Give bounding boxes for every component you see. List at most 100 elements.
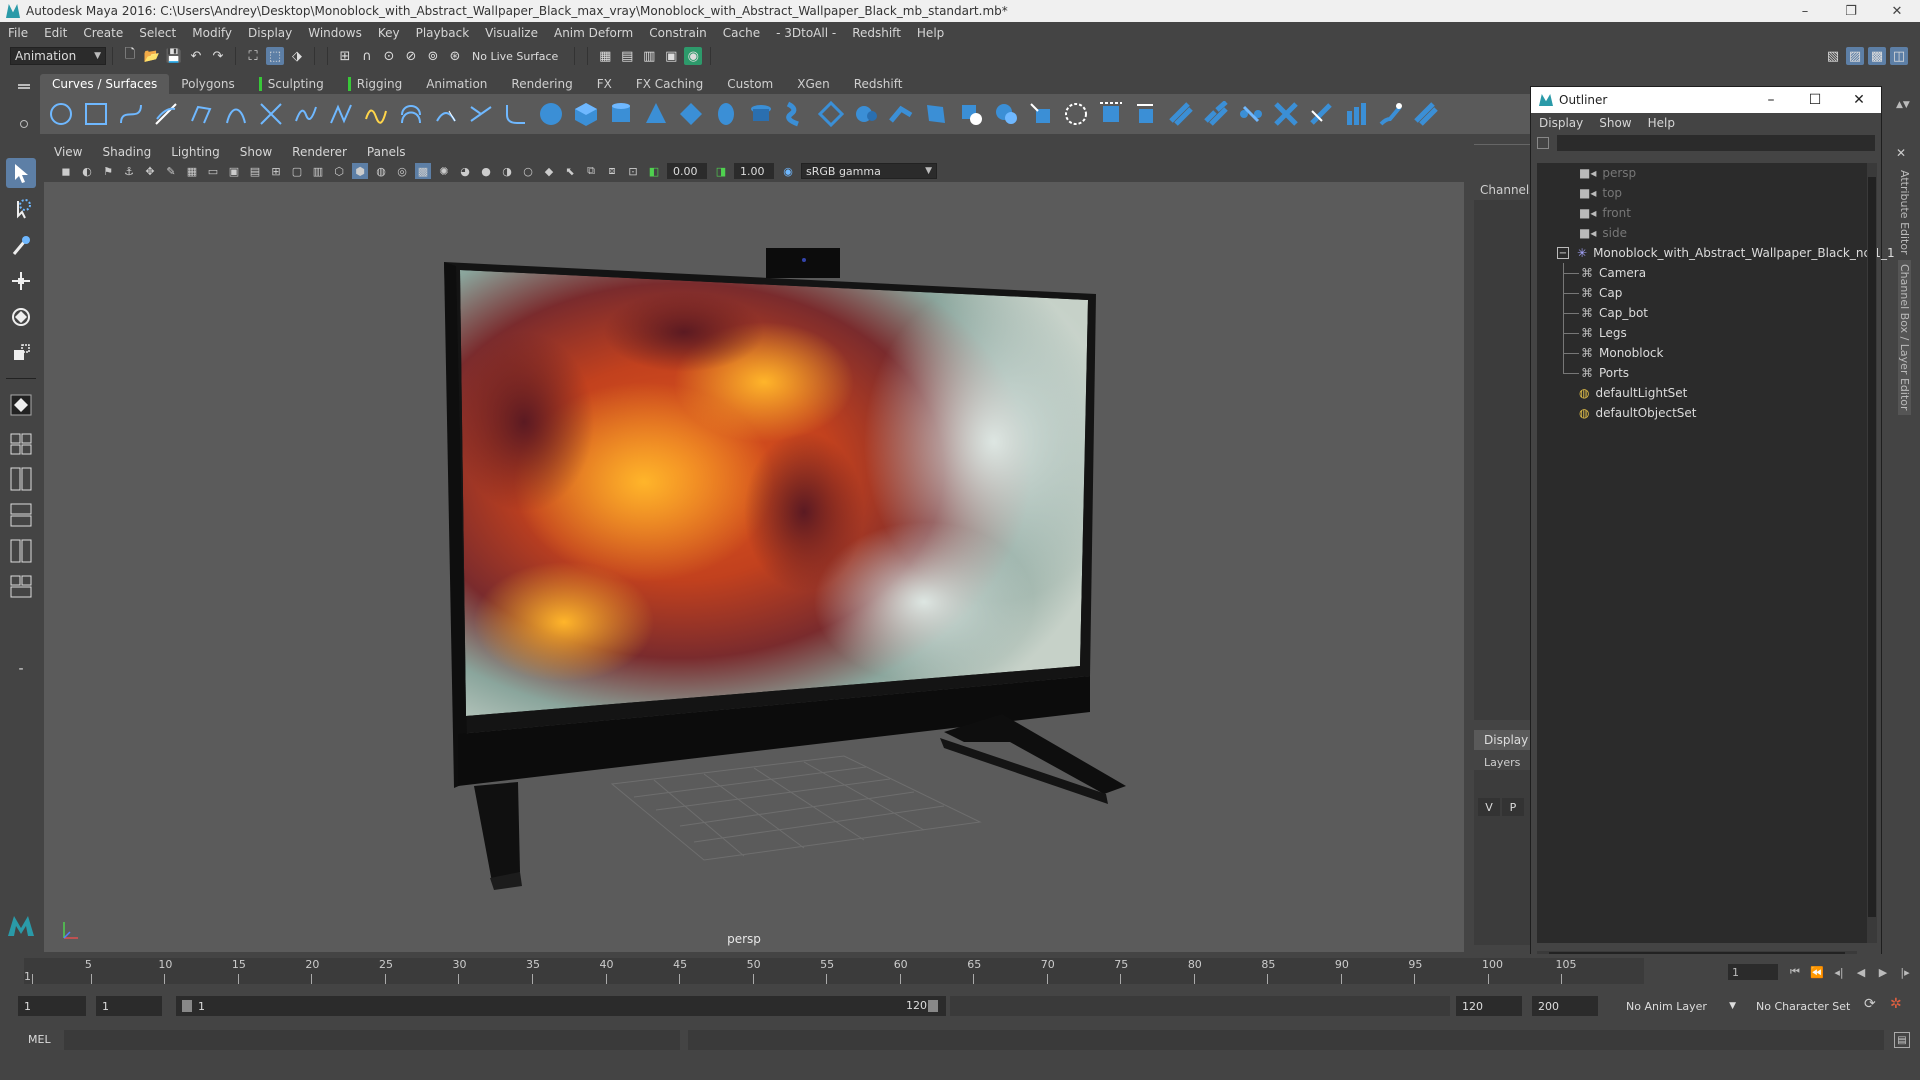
gamma-field[interactable]: 1.00 xyxy=(734,163,774,179)
tab-polygons[interactable]: Polygons xyxy=(169,74,246,94)
playback-start-field[interactable]: 1 xyxy=(96,996,162,1016)
xray-icon[interactable]: ⧉ xyxy=(583,163,599,179)
tab-fx-caching[interactable]: FX Caching xyxy=(624,74,715,94)
view-transform-dropdown[interactable]: sRGB gamma ▼ xyxy=(801,163,937,179)
motion-blur-icon[interactable]: ◑ xyxy=(499,163,515,179)
depth-of-field-icon[interactable]: ◆ xyxy=(541,163,557,179)
range-slider[interactable]: 1 120 xyxy=(176,996,946,1016)
wireframe-icon[interactable]: ⬡ xyxy=(331,163,347,179)
outliner-item-ports[interactable]: ⌘ Ports xyxy=(1563,363,1629,383)
extend-surface-icon[interactable] xyxy=(1341,99,1371,129)
tab-custom[interactable]: Custom xyxy=(715,74,785,94)
play-backward-icon[interactable]: ◀ xyxy=(1850,964,1872,980)
pencil-curve-icon[interactable] xyxy=(186,99,216,129)
outliner-item-default-object-set[interactable]: ◍ defaultObjectSet xyxy=(1579,403,1697,423)
move-tool-icon[interactable] xyxy=(6,266,36,296)
menu-key[interactable]: Key xyxy=(370,26,408,40)
outliner-item-side[interactable]: ■◂ side xyxy=(1579,223,1627,243)
snap-grid-icon[interactable]: ⊞ xyxy=(336,47,354,65)
select-component-icon[interactable]: ⬗ xyxy=(288,47,306,65)
grease-pencil-icon[interactable]: ✎ xyxy=(163,163,179,179)
boundary-icon[interactable] xyxy=(921,99,951,129)
script-editor-icon[interactable]: ▤ xyxy=(1894,1032,1910,1048)
menu-file[interactable]: File xyxy=(0,26,36,40)
outliner-item-cap[interactable]: ⌘ Cap xyxy=(1563,283,1622,303)
screen-space-ao-icon[interactable]: ● xyxy=(478,163,494,179)
go-to-start-icon[interactable]: ⏮ xyxy=(1784,964,1806,980)
menu-anim-deform[interactable]: Anim Deform xyxy=(546,26,641,40)
open-scene-icon[interactable]: 📂 xyxy=(143,47,161,65)
time-slider[interactable]: 1 5 10 15 20 25 30 35 40 45 50 55 60 65 70 75 80 85 90 95 1… xyxy=(24,958,1644,984)
attribute-editor-tab[interactable]: Attribute Editor xyxy=(1898,170,1911,255)
range-end-handle[interactable] xyxy=(928,1000,938,1012)
shaded-wireframe-icon[interactable]: ◍ xyxy=(373,163,389,179)
fillet-curve-icon[interactable] xyxy=(501,99,531,129)
menu-set-dropdown[interactable]: Animation ▼ xyxy=(10,47,106,65)
reverse-curve-icon[interactable] xyxy=(431,99,461,129)
nurbs-circle-icon[interactable] xyxy=(46,99,76,129)
outliner-vertical-scrollbar[interactable] xyxy=(1867,163,1877,943)
layout-outliner-icon[interactable] xyxy=(6,536,36,566)
tab-sculpting[interactable]: Sculpting xyxy=(247,74,336,95)
outliner-menu-display[interactable]: Display xyxy=(1531,116,1591,130)
snap-curve-icon[interactable]: ∩ xyxy=(358,47,376,65)
square-surface-icon[interactable] xyxy=(956,99,986,129)
nurbs-cylinder-icon[interactable] xyxy=(606,99,636,129)
menu-windows[interactable]: Windows xyxy=(300,26,370,40)
range-slider-track[interactable] xyxy=(950,996,1450,1016)
outliner-minimize-button[interactable]: – xyxy=(1749,87,1793,113)
insert-knot-icon[interactable] xyxy=(326,99,356,129)
playback-end-field[interactable]: 120 xyxy=(1456,996,1522,1016)
smooth-shade-icon[interactable]: ⬢ xyxy=(352,163,368,179)
snap-live-icon[interactable]: ⊚ xyxy=(424,47,442,65)
outliner-item-cap-bot[interactable]: ⌘ Cap_bot xyxy=(1563,303,1648,323)
outliner-close-button[interactable]: ✕ xyxy=(1837,87,1881,113)
shadows-icon[interactable]: ◕ xyxy=(457,163,473,179)
viewport-menu-view[interactable]: View xyxy=(44,145,92,159)
outliner-item-monoblock[interactable]: ⌘ Monoblock xyxy=(1563,343,1663,363)
cv-curve-icon[interactable] xyxy=(116,99,146,129)
channel-box-toggle-icon[interactable]: ◫ xyxy=(1890,47,1908,65)
two-d-pan-icon[interactable]: ✥ xyxy=(142,163,158,179)
extend-curve-icon[interactable] xyxy=(361,99,391,129)
birail-icon[interactable] xyxy=(886,99,916,129)
menu-select[interactable]: Select xyxy=(131,26,184,40)
viewport-menu-panels[interactable]: Panels xyxy=(357,145,416,159)
nurbs-torus-icon[interactable] xyxy=(711,99,741,129)
current-time-field[interactable]: 1 xyxy=(1728,964,1778,980)
anim-layer-dropdown[interactable]: No Anim Layer ▼ xyxy=(1620,996,1740,1016)
gamma-icon[interactable]: ◨ xyxy=(713,163,729,179)
auto-key-icon[interactable]: ⟳ xyxy=(1864,996,1876,1012)
snap-point-icon[interactable]: ⊙ xyxy=(380,47,398,65)
menu-help[interactable]: Help xyxy=(909,26,952,40)
step-forward-frame-icon[interactable]: |▸ xyxy=(1894,964,1916,980)
ipr-render-icon[interactable]: ▥ xyxy=(640,47,658,65)
offset-curve-icon[interactable] xyxy=(396,99,426,129)
render-settings-icon[interactable]: ▦ xyxy=(596,47,614,65)
scroll-arrows-icon[interactable]: ▲▼ xyxy=(1896,100,1910,110)
layout-four-icon[interactable] xyxy=(6,464,36,494)
exposure-field[interactable]: 0.00 xyxy=(667,163,707,179)
outliner-title-bar[interactable]: Outliner – ☐ ✕ xyxy=(1531,87,1881,113)
select-object-icon[interactable]: ⬚ xyxy=(266,47,284,65)
tab-display[interactable]: Display xyxy=(1474,730,1534,750)
wireframe-on-shaded-icon[interactable]: ◎ xyxy=(394,163,410,179)
xray-components-icon[interactable]: ⊡ xyxy=(625,163,641,179)
menu-redshift[interactable]: Redshift xyxy=(844,26,909,40)
nurbs-plane-icon[interactable] xyxy=(676,99,706,129)
close-panel-icon[interactable]: ✕ xyxy=(1896,146,1906,160)
snap-view-plane-icon[interactable]: ⊘ xyxy=(402,47,420,65)
outliner-item-group[interactable]: − ✳ Monoblock_with_Abstract_Wallpaper_Bl… xyxy=(1557,243,1895,263)
attach-surfaces-icon[interactable] xyxy=(1166,99,1196,129)
bezier-curve-icon[interactable] xyxy=(221,99,251,129)
lasso-tool-icon[interactable] xyxy=(6,194,36,224)
exposure-icon[interactable]: ◧ xyxy=(646,163,662,179)
channel-box-tab[interactable]: Channel Box / Layer Editor xyxy=(1898,260,1911,415)
animation-end-field[interactable]: 200 xyxy=(1532,996,1598,1016)
attribute-editor-toggle-icon[interactable]: ▨ xyxy=(1846,47,1864,65)
tab-curves-surfaces[interactable]: Curves / Surfaces xyxy=(40,74,170,94)
planar-icon[interactable] xyxy=(816,99,846,129)
project-curve-icon[interactable] xyxy=(1026,99,1056,129)
minimize-button[interactable]: – xyxy=(1782,0,1828,22)
tab-redshift[interactable]: Redshift xyxy=(842,74,915,94)
